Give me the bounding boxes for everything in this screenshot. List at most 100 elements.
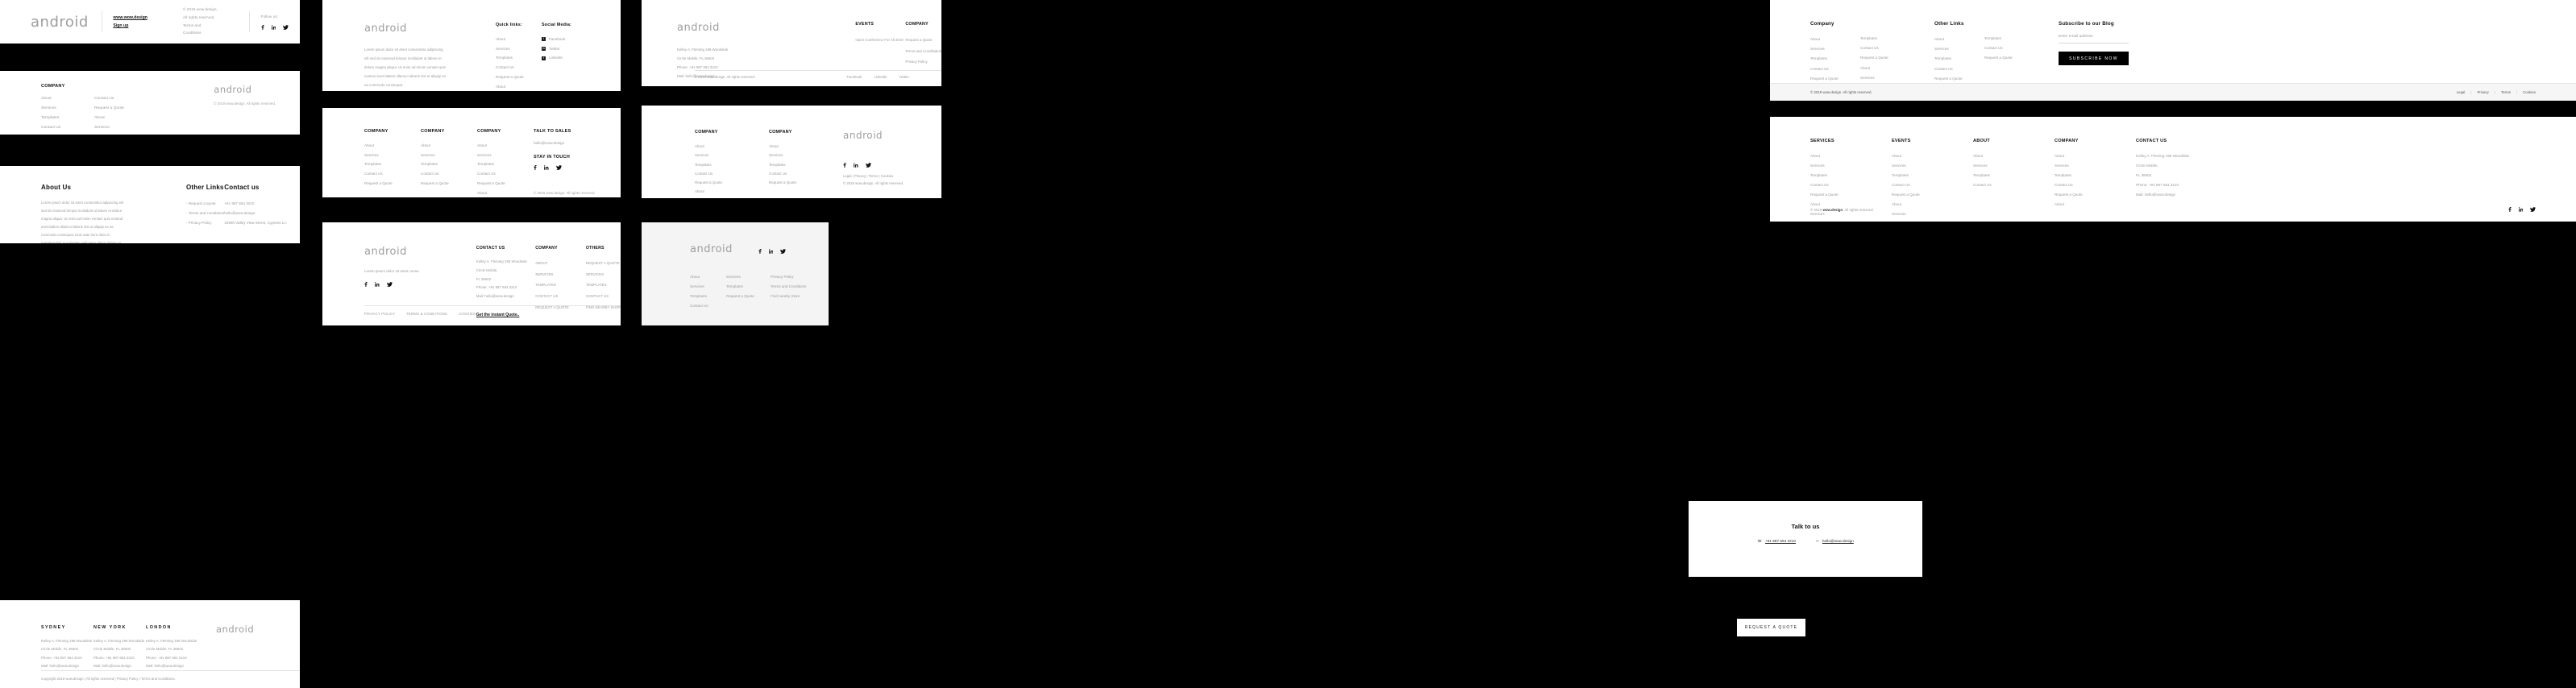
- link-item[interactable]: FIND NEARBY SHOP: [586, 302, 621, 313]
- link-item[interactable]: Contact Us: [496, 63, 542, 73]
- link-item[interactable]: About: [2055, 151, 2136, 161]
- link-item[interactable]: Open Conference For All 2019: [855, 35, 905, 46]
- link-item[interactable]: About: [477, 189, 534, 197]
- facebook-icon[interactable]: [843, 163, 846, 168]
- linkedin-icon[interactable]: [375, 282, 380, 287]
- link-item[interactable]: - Terms and Conditions: [186, 209, 224, 218]
- link-item[interactable]: Contact Us: [1892, 180, 1973, 190]
- link-item[interactable]: Request a Quote: [726, 292, 771, 301]
- twitter-icon[interactable]: [865, 163, 871, 168]
- link-item[interactable]: About: [1810, 151, 1892, 161]
- link-item[interactable]: Request a Quote: [1984, 53, 2034, 63]
- twitter-icon[interactable]: [386, 282, 393, 287]
- cookies-link[interactable]: Cookies: [881, 174, 894, 178]
- link-item[interactable]: Services: [1934, 44, 1984, 54]
- linkedin-icon[interactable]: [2518, 207, 2524, 212]
- email-link[interactable]: hello@wow.design: [224, 209, 300, 218]
- link-item[interactable]: Services: [1973, 161, 2055, 171]
- link-item[interactable]: About: [364, 141, 421, 151]
- link-item[interactable]: About: [695, 187, 769, 196]
- link-item[interactable]: About: [1892, 151, 1973, 161]
- site-link[interactable]: www.wow.design: [113, 14, 147, 22]
- link-item[interactable]: Terms and Conditions: [771, 282, 806, 292]
- facebook-icon[interactable]: [364, 282, 368, 287]
- link-item[interactable]: Templates: [421, 160, 477, 169]
- link-item[interactable]: About: [769, 142, 843, 151]
- twitter-icon[interactable]: [283, 24, 289, 30]
- link-item[interactable]: Services: [477, 151, 534, 160]
- facebook-icon[interactable]: [534, 165, 537, 170]
- link-item[interactable]: REQUEST A QUOTE: [586, 258, 621, 269]
- twitter-link[interactable]: Twitter: [899, 75, 909, 79]
- legal-link[interactable]: Legal: [2457, 90, 2466, 94]
- link-item[interactable]: About: [421, 141, 477, 151]
- link-item[interactable]: Find nearby Store: [771, 292, 806, 301]
- link-item[interactable]: Privacy Policy: [771, 272, 806, 282]
- link-item[interactable]: Services: [41, 104, 94, 114]
- link-item[interactable]: Contact Us: [2055, 180, 2136, 190]
- phone-link[interactable]: ☎ +91 987 654 3210: [1757, 539, 1796, 544]
- link-item[interactable]: Request a Quote: [496, 73, 542, 82]
- link-item[interactable]: Request a Quote: [1892, 190, 1973, 200]
- link-item[interactable]: Templates: [496, 53, 542, 63]
- subscribe-button[interactable]: SUBSCRIBE NOW: [2059, 52, 2129, 65]
- link-item[interactable]: Privacy Policy: [905, 56, 941, 68]
- link-item[interactable]: About: [496, 35, 542, 44]
- link-item[interactable]: Services: [695, 151, 769, 160]
- link-item[interactable]: Templates: [1892, 171, 1973, 180]
- link-item[interactable]: SERVICES: [535, 269, 575, 280]
- facebook-icon[interactable]: [260, 24, 264, 30]
- instant-quote-link[interactable]: Get the instant Quote..: [476, 313, 535, 317]
- link-item[interactable]: Templates: [41, 114, 94, 123]
- cookies-link[interactable]: COOKIES: [459, 312, 476, 316]
- link-item[interactable]: Contact Us: [477, 169, 534, 179]
- link-item[interactable]: Contact Us: [1934, 64, 1984, 74]
- link-item[interactable]: Templates: [690, 292, 726, 301]
- sales-email-link[interactable]: hello@wow.design: [534, 141, 596, 145]
- link-item[interactable]: Services: [94, 123, 191, 133]
- social-row-linkedin[interactable]: t Linkedin: [542, 53, 571, 63]
- link-item[interactable]: Services: [1810, 161, 1892, 171]
- link-item[interactable]: TEMPLATES: [586, 280, 621, 291]
- linkedin-icon[interactable]: [768, 249, 774, 254]
- link-item[interactable]: CONTACT US: [586, 291, 621, 302]
- link-item[interactable]: Request a Quote: [1810, 190, 1892, 200]
- linkedin-icon[interactable]: [271, 24, 276, 30]
- terms-link[interactable]: Terms: [869, 174, 879, 178]
- link-item[interactable]: Request a Quote: [477, 179, 534, 189]
- privacy-link[interactable]: Privacy: [2477, 90, 2488, 94]
- link-item[interactable]: Request a Quote: [695, 178, 769, 187]
- link-item[interactable]: Services: [1892, 161, 1973, 171]
- linkedin-icon[interactable]: [854, 163, 858, 168]
- link-item[interactable]: Templates: [726, 282, 771, 292]
- link-item[interactable]: TEMPLATES: [535, 280, 575, 291]
- link-item[interactable]: Contact Us: [1860, 44, 1910, 53]
- cookies-link[interactable]: Cookies: [2523, 90, 2536, 94]
- link-item[interactable]: Templates: [2055, 171, 2136, 180]
- link-item[interactable]: Services: [421, 151, 477, 160]
- social-row-twitter[interactable]: in Twitter: [542, 44, 571, 54]
- link-item[interactable]: Templates: [364, 160, 421, 169]
- link-item[interactable]: Contact Us: [41, 123, 94, 133]
- link-item[interactable]: Templates: [477, 160, 534, 169]
- twitter-icon[interactable]: [780, 249, 786, 254]
- terms-link[interactable]: Terms: [2501, 90, 2511, 94]
- link-item[interactable]: Services: [695, 197, 769, 199]
- signup-link[interactable]: Sign up: [113, 22, 147, 30]
- link-item[interactable]: Templates: [1860, 34, 1910, 44]
- facebook-icon[interactable]: [2507, 207, 2512, 212]
- link-item[interactable]: Contact Us: [1973, 180, 2055, 190]
- link-item[interactable]: Contact Us: [695, 169, 769, 178]
- link-item[interactable]: Contact Us: [769, 169, 843, 178]
- link-item[interactable]: About: [41, 94, 94, 104]
- link-item[interactable]: About: [1860, 64, 1910, 73]
- email-field[interactable]: Enter email address: [2059, 35, 2129, 43]
- link-item[interactable]: About: [477, 141, 534, 151]
- link-item[interactable]: Contact Us: [421, 169, 477, 179]
- link-item[interactable]: About: [695, 142, 769, 151]
- linkedin-link[interactable]: Linkedin: [874, 75, 887, 79]
- link-item[interactable]: About: [94, 114, 191, 123]
- link-item[interactable]: About: [1934, 35, 1984, 44]
- terms-conditions-link[interactable]: TERMS & CONDITIONS: [406, 312, 447, 316]
- link-item[interactable]: Services: [2055, 161, 2136, 171]
